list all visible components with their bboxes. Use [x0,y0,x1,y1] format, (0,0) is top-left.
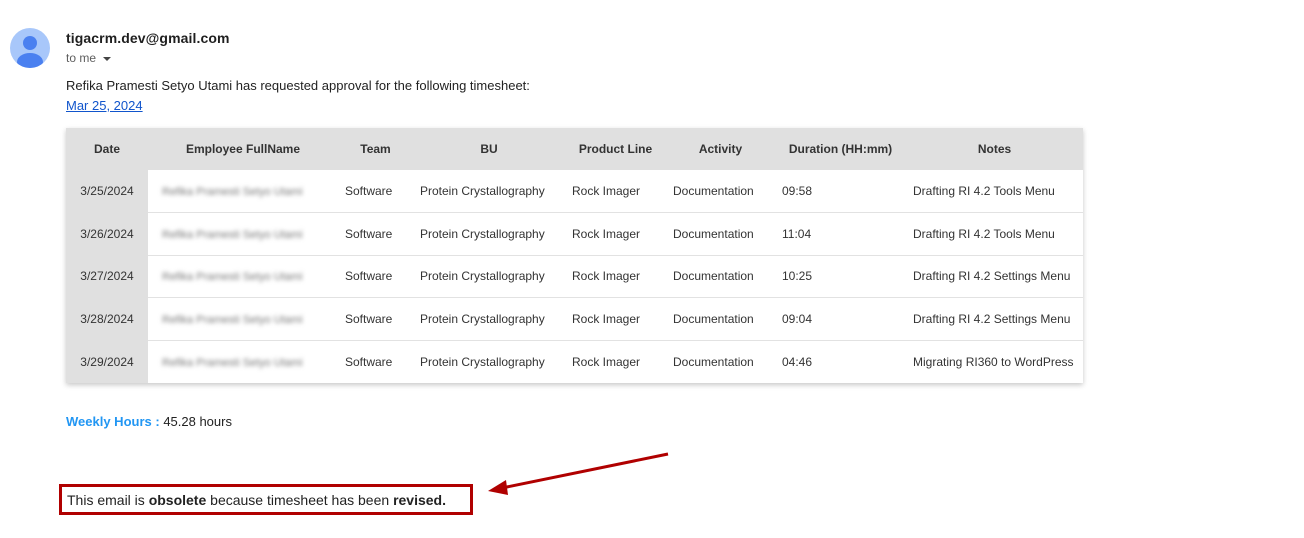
cell-employee-name: Refika Pramesti Setyo Utami [148,297,338,341]
cell-product-line: Rock Imager [565,254,666,298]
cell-bu: Protein Crystallography [413,212,565,256]
email-view: tigacrm.dev@gmail.com to me Refika Prame… [0,0,1304,538]
column-header: Employee FullName [148,128,338,170]
email-intro-text: Refika Pramesti Setyo Utami has requeste… [66,78,530,93]
cell-notes: Drafting RI 4.2 Tools Menu [906,212,1083,256]
sender-email[interactable]: tigacrm.dev@gmail.com [66,30,230,46]
cell-notes: Drafting RI 4.2 Settings Menu [906,254,1083,298]
caret-down-icon [103,56,112,61]
cell-bu: Protein Crystallography [420,184,545,199]
column-header: Notes [906,128,1083,170]
table-row: 3/26/2024 Refika Pramesti Setyo Utami So… [66,212,1083,256]
cell-activity: Documentation [673,184,754,199]
cell-date: 3/27/2024 [66,255,148,298]
recipient-label: to me [66,51,97,65]
cell-team: Software [338,339,413,383]
cell-team: Software [345,184,393,199]
cell-date: 3/26/2024 [66,212,148,256]
weekly-hours: Weekly Hours : 45.28 hours [66,414,232,429]
cell-notes: Drafting RI 4.2 Settings Menu [906,297,1083,341]
column-header: Activity [666,128,775,170]
cell-date: 3/29/2024 [66,340,148,383]
cell-product-line: Rock Imager [565,212,666,256]
notice-prefix: This email is [67,491,149,508]
blurred-name: Refika Pramesti Setyo Utami [162,314,303,327]
cell-employee-name: Refika Pramesti Setyo Utami [148,212,338,256]
column-header: Product Line [565,128,666,170]
person-icon [17,36,43,68]
cell-product-line: Rock Imager [572,184,641,199]
column-header: Date [66,128,148,170]
cell-activity: Documentation [666,212,775,256]
notice-obsolete: obsolete [148,491,207,508]
table-row: 3/25/2024 Refika Pramesti Setyo Utami So… [66,170,1083,213]
cell-employee-name: Refika Pramesti Setyo Utami [148,170,338,213]
cell-team: Software [338,297,413,341]
table-row: 3/27/2024 Refika Pramesti Setyo Utami So… [66,254,1083,298]
blurred-name: Refika Pramesti Setyo Utami [162,271,303,284]
notice-middle: because timesheet has been [206,491,394,508]
table-row: 3/28/2024 Refika Pramesti Setyo Utami So… [66,297,1083,341]
sender-avatar[interactable] [10,28,50,68]
column-header: BU [413,128,565,170]
cell-notes: Migrating RI360 to WordPress [906,339,1083,383]
arrow-icon [488,452,669,495]
cell-employee-name: Refika Pramesti Setyo Utami [148,254,338,298]
weekly-hours-value: 45.28 hours [163,414,232,429]
cell-activity: Documentation [666,254,775,298]
cell-bu: Protein Crystallography [413,339,565,383]
timesheet-date-link[interactable]: Mar 25, 2024 [66,98,143,113]
cell-duration: 11:04 [775,212,906,256]
cell-date: 3/25/2024 [66,170,148,213]
cell-bu: Protein Crystallography [413,254,565,298]
timesheet-table: Date Employee FullName Team BU Product L… [66,128,1083,383]
cell-duration: 09:58 [782,184,813,199]
cell-bu: Protein Crystallography [413,297,565,341]
notice-revised: revised. [393,491,446,508]
cell-product-line: Rock Imager [565,297,666,341]
cell-employee-name: Refika Pramesti Setyo Utami [148,339,338,383]
column-header: Duration (HH:mm) [775,128,906,170]
cell-product-line: Rock Imager [565,339,666,383]
column-header: Team [338,128,413,170]
cell-notes: Drafting RI 4.2 Tools Menu [913,184,1055,199]
cell-duration: 10:25 [775,254,906,298]
cell-team: Software [338,254,413,298]
cell-date: 3/28/2024 [66,297,148,341]
weekly-hours-label: Weekly Hours : [66,414,160,429]
table-header-row: Date Employee FullName Team BU Product L… [66,128,1083,170]
cell-duration: 04:46 [775,339,906,383]
recipient-details-toggle[interactable]: to me [66,51,112,65]
blurred-name: Refika Pramesti Setyo Utami [162,228,303,241]
table-row: 3/29/2024 Refika Pramesti Setyo Utami So… [66,339,1083,383]
obsolete-notice: This email is obsolete because timesheet… [59,484,473,515]
cell-activity: Documentation [666,339,775,383]
cell-duration: 09:04 [775,297,906,341]
cell-activity: Documentation [666,297,775,341]
blurred-name: Refika Pramesti Setyo Utami [162,356,303,369]
cell-team: Software [338,212,413,256]
blurred-name: Refika Pramesti Setyo Utami [162,186,303,199]
